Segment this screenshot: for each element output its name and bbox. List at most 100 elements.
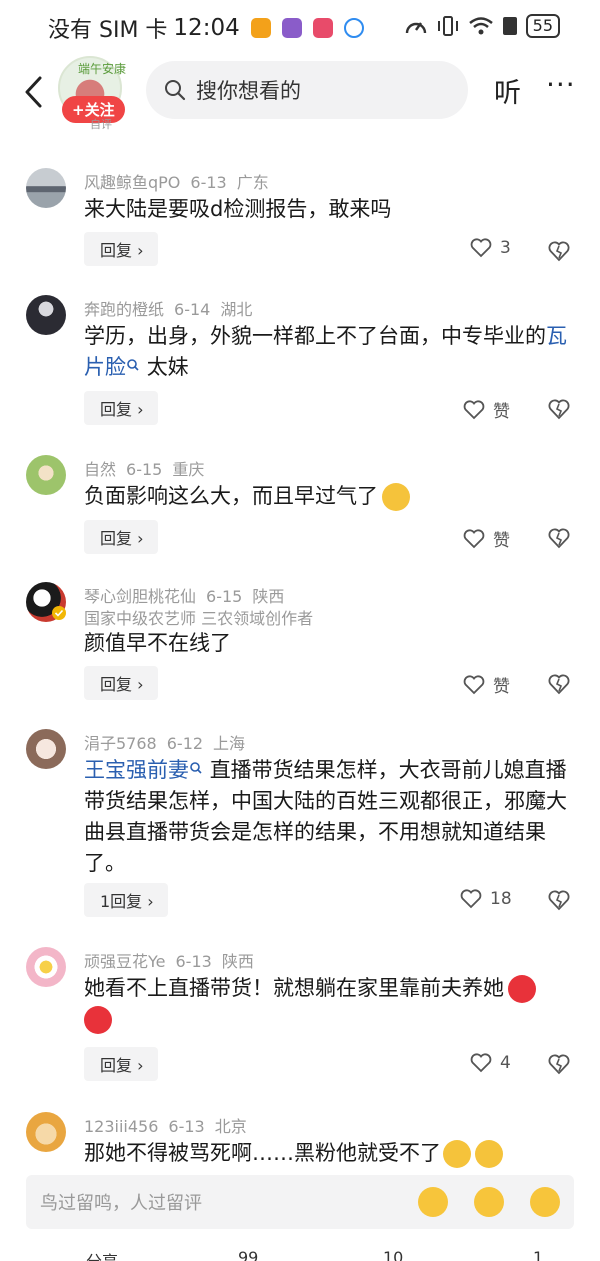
comment-date: 6-14 — [174, 300, 211, 319]
dislike-heart-icon[interactable] — [548, 527, 570, 549]
commenter-avatar[interactable] — [26, 729, 66, 769]
search-keyword-icon — [190, 762, 202, 774]
keyword-link[interactable]: 王宝强前妻 — [84, 758, 189, 782]
reply-button[interactable]: 回复 › — [84, 666, 158, 700]
speed-icon — [405, 22, 426, 34]
commenter-name[interactable]: 风趣鲸鱼qPO — [84, 173, 180, 192]
heart-icon — [460, 889, 482, 909]
reply-button[interactable]: 回复 › — [84, 520, 158, 554]
commenter-avatar[interactable] — [26, 295, 66, 335]
heart-icon — [463, 399, 485, 419]
comment-body: 颜值早不在线了 — [84, 631, 231, 655]
comment-input[interactable]: 鸟过留鸣，人过留评 — [26, 1175, 574, 1229]
status-bar: 没有 SIM 卡 12:04 55 — [0, 0, 600, 56]
more-menu-button[interactable]: ··· — [546, 68, 576, 101]
comment-text: 颜值早不在线了 — [84, 628, 576, 659]
heart-icon — [470, 238, 492, 258]
status-right: 55 — [404, 14, 560, 38]
like-button[interactable]: 赞 — [463, 526, 510, 551]
commenter-name[interactable]: 奔跑的橙纸 — [84, 300, 164, 319]
comment-meta: 风趣鲸鱼qPO 6-13 广东 — [84, 169, 279, 193]
reply-button[interactable]: 1回复 › — [84, 883, 168, 917]
clock: 12:04 — [173, 15, 240, 41]
commenter-name[interactable]: 涓子5768 — [84, 734, 157, 753]
comment-date: 6-13 — [190, 173, 227, 192]
comment-date: 6-13 — [175, 952, 212, 971]
app-notification-icon — [281, 18, 302, 38]
battery-indicator: 55 — [525, 14, 560, 38]
back-arrow-icon[interactable] — [22, 74, 46, 110]
commenter-avatar[interactable] — [26, 947, 66, 987]
reply-button[interactable]: 回复 › — [84, 232, 158, 266]
comment-input-placeholder: 鸟过留鸣，人过留评 — [40, 1193, 202, 1214]
angry-emoji-icon — [84, 1006, 112, 1034]
smirk-emoji-icon — [382, 483, 410, 511]
comment-text: 她看不上直播带货！就想躺在家里靠前夫养她 — [84, 973, 576, 1035]
article-top-bar: 端午安康 +关注 自评 搜你想看的 听 ··· — [0, 56, 600, 132]
comment-body: 她看不上直播带货！就想躺在家里靠前夫养她 — [84, 976, 504, 1000]
comment-location: 北京 — [214, 1117, 247, 1136]
comment-body: 来大陆是要吸d检测报告，敢来吗 — [84, 197, 392, 221]
commenter-name[interactable]: 琴心剑胆桃花仙 — [84, 587, 196, 606]
comment-location: 上海 — [213, 734, 246, 753]
like-button[interactable]: 18 — [460, 889, 512, 909]
like-button[interactable]: 赞 — [463, 672, 510, 697]
like-count: 18 — [490, 889, 512, 909]
reply-button[interactable]: 回复 › — [84, 1047, 158, 1081]
commenter-avatar[interactable] — [26, 1112, 66, 1152]
favorite-count[interactable]: 1 — [533, 1248, 543, 1261]
search-icon — [165, 80, 186, 101]
comment-location: 湖北 — [220, 300, 253, 319]
comment-date: 6-13 — [168, 1117, 205, 1136]
commenter-name[interactable]: 顽强豆花Ye — [84, 952, 166, 971]
dislike-heart-icon[interactable] — [548, 889, 570, 911]
like-button[interactable]: 赞 — [463, 397, 510, 422]
commenter-avatar[interactable] — [26, 168, 66, 208]
like-count-total[interactable]: 10 — [383, 1248, 403, 1261]
search-keyword-icon — [127, 359, 139, 371]
weibo-app-icon — [250, 18, 271, 38]
vibrate-icon — [437, 16, 458, 36]
commenter-name[interactable]: 123iii456 — [84, 1117, 158, 1136]
comment-body: 学历，出身，外貌一样都上不了台面，中专毕业的 — [84, 324, 546, 348]
like-button[interactable]: 3 — [470, 238, 511, 258]
status-left: 没有 SIM 卡 12:04 — [48, 12, 364, 44]
comment-text: 王宝强前妻 直播带货结果怎样，大衣哥前儿媳直播带货结果怎样，中国大陆的百姓三观都… — [84, 755, 576, 879]
comment-meta: 自然 6-15 重庆 — [84, 456, 214, 480]
dislike-heart-icon[interactable] — [548, 240, 570, 262]
like-count: 赞 — [493, 531, 510, 551]
avatar-caption: 端午安康 — [78, 62, 127, 76]
comment-meta: 琴心剑胆桃花仙 6-15 陕西 — [84, 583, 294, 607]
commenter-avatar[interactable] — [26, 455, 66, 495]
commenter-title: 国家中级农艺师 三农领域创作者 — [84, 609, 314, 628]
quick-emoji-bar — [418, 1187, 560, 1217]
smirk-emoji-icon[interactable] — [418, 1187, 448, 1217]
wifi-icon — [468, 17, 493, 35]
listen-button[interactable]: 听 — [494, 71, 521, 110]
comment-body-tail: 太妹 — [146, 355, 189, 379]
bottom-action-bar: 分享 99 10 1 — [0, 1248, 600, 1261]
reply-button[interactable]: 回复 › — [84, 391, 158, 425]
comment-count[interactable]: 99 — [238, 1248, 258, 1261]
comment-text: 来大陆是要吸d检测报告，敢来吗 — [84, 194, 576, 225]
laughing-crying-emoji-icon — [475, 1140, 503, 1168]
like-count: 3 — [500, 238, 511, 258]
thinking-emoji-icon[interactable] — [474, 1187, 504, 1217]
laughing-crying-emoji-icon — [443, 1140, 471, 1168]
like-count: 赞 — [493, 402, 510, 422]
grin-emoji-icon[interactable] — [530, 1187, 560, 1217]
comment-location: 陕西 — [252, 587, 285, 606]
carrier-text: 没有 SIM 卡 — [48, 18, 168, 43]
like-button[interactable]: 4 — [470, 1053, 511, 1073]
dislike-heart-icon[interactable] — [548, 673, 570, 695]
dislike-heart-icon[interactable] — [548, 1053, 570, 1075]
search-input[interactable]: 搜你想看的 — [146, 61, 468, 119]
share-button[interactable]: 分享 — [86, 1248, 118, 1261]
dislike-heart-icon[interactable] — [548, 398, 570, 420]
comment-meta: 顽强豆花Ye 6-13 陕西 — [84, 948, 264, 972]
commenter-name[interactable]: 自然 — [84, 460, 116, 479]
heart-icon — [463, 674, 485, 694]
comment-date: 6-12 — [166, 734, 204, 753]
author-subtext: 自评 — [90, 118, 112, 131]
comment-location: 重庆 — [172, 460, 205, 479]
